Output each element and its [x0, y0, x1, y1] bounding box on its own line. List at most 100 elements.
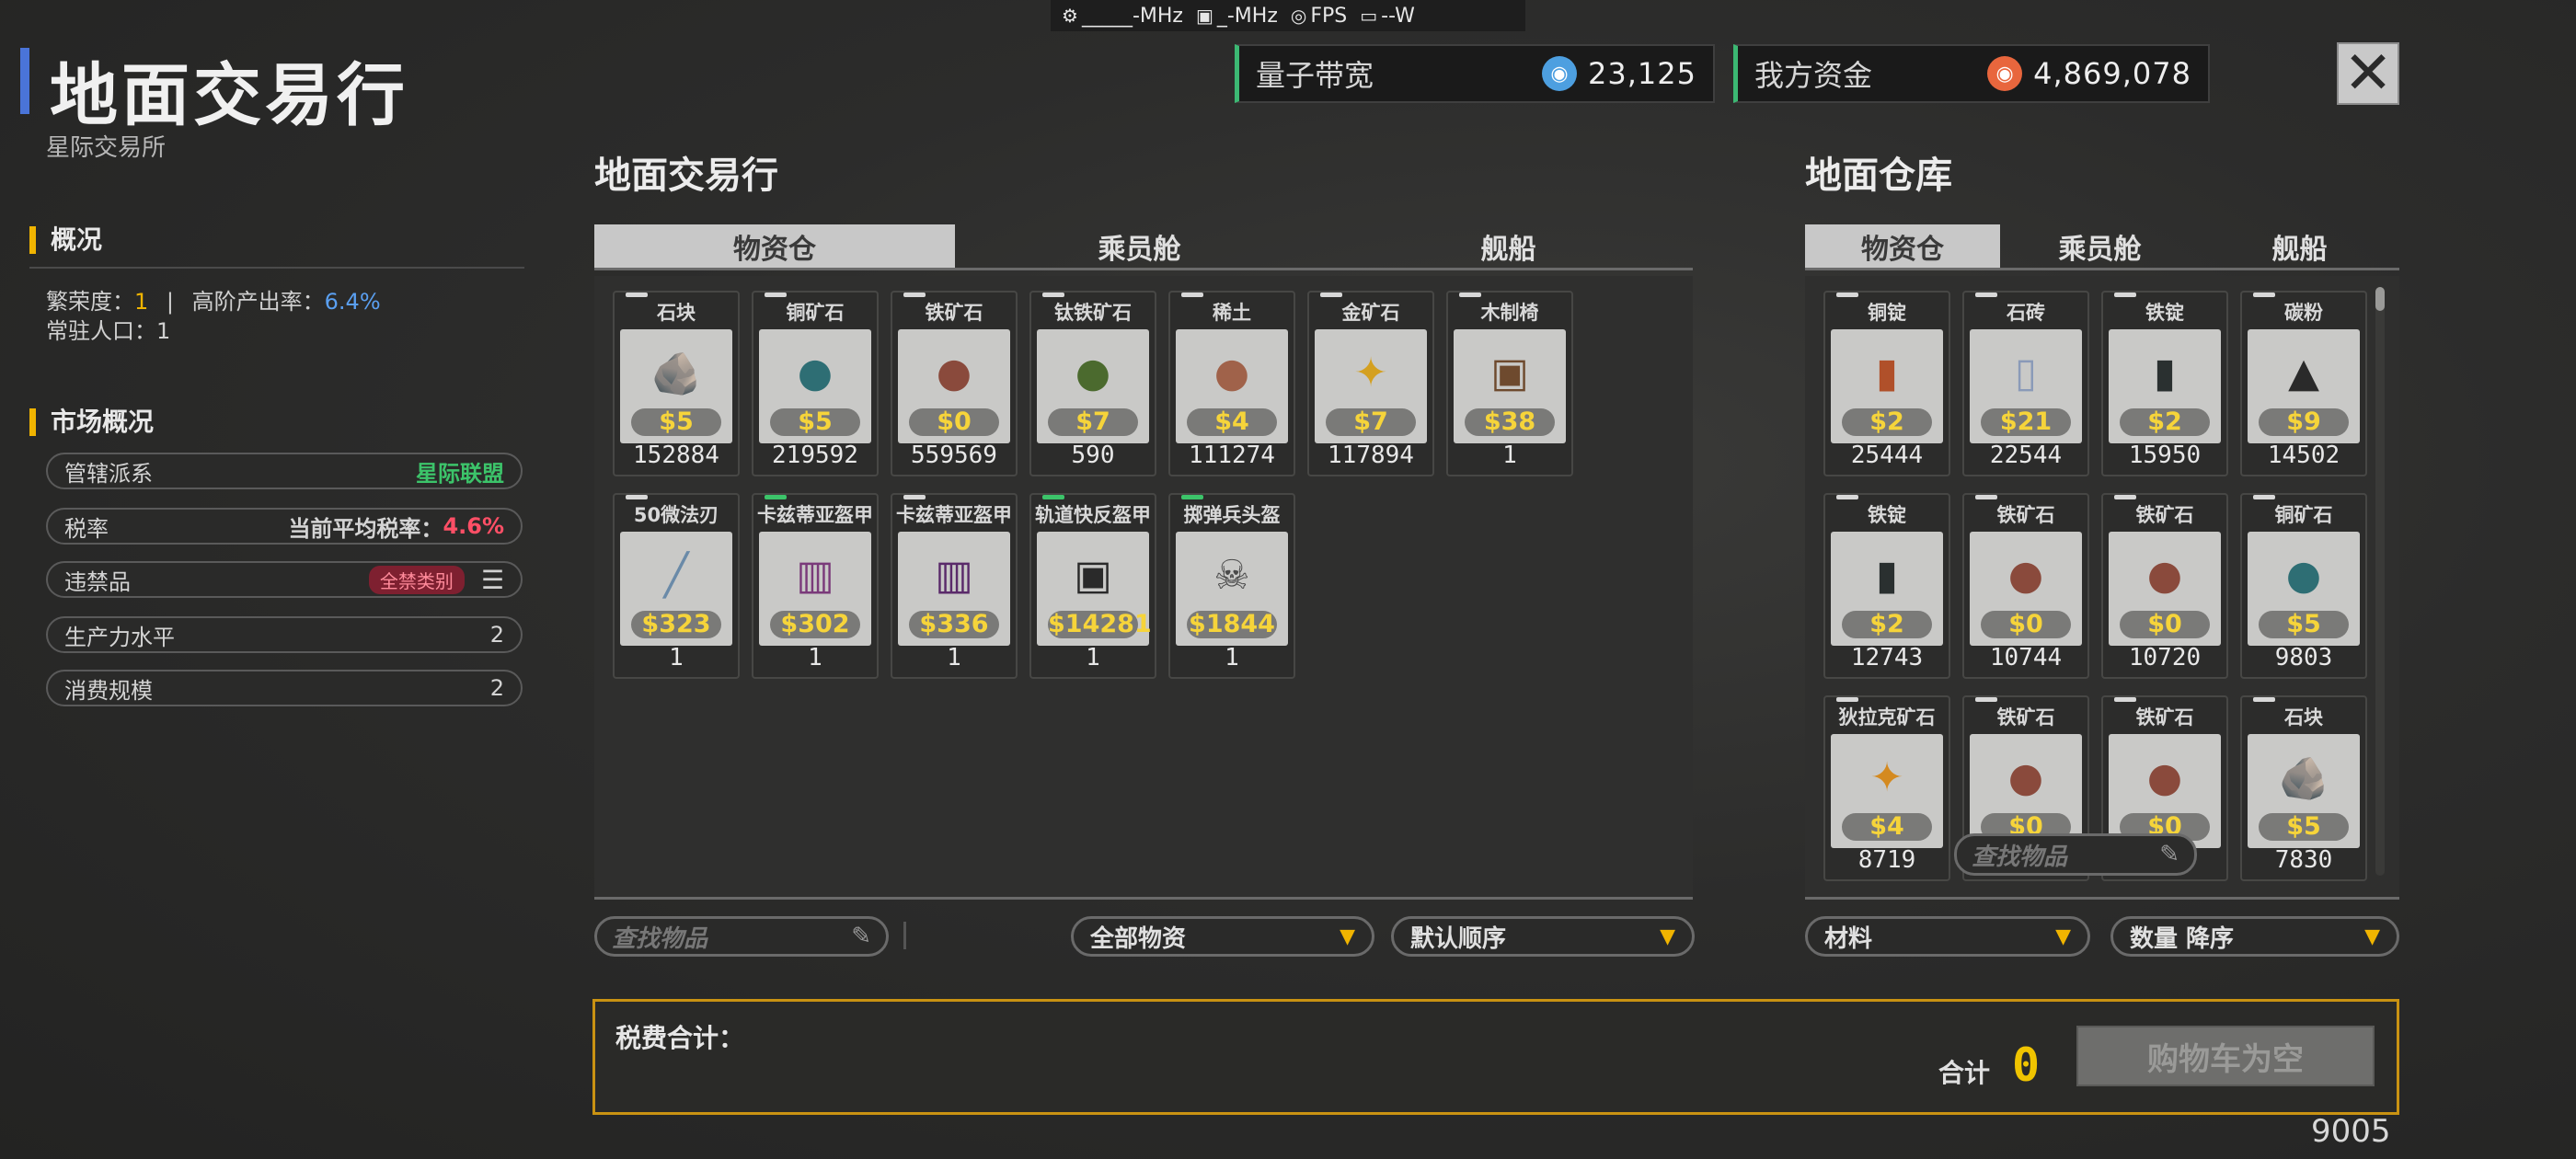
market-heading: 市场概况	[29, 408, 154, 436]
item-quantity: 10744	[1989, 644, 2063, 671]
item-card[interactable]: 轨道快反盔甲 ▣ $14281 1	[1029, 493, 1156, 679]
item-price: $1844	[1187, 611, 1277, 638]
item-card[interactable]: 钛铁矿石 ● $7 590	[1029, 291, 1156, 476]
item-name: 碳粉	[2284, 302, 2323, 324]
cart-checkout-button[interactable]: 购物车为空	[2076, 1026, 2375, 1086]
item-price: $5	[631, 408, 721, 436]
item-price: $0	[2120, 611, 2210, 638]
item-card[interactable]: 50微法刃 ╱ $323 1	[613, 493, 740, 679]
item-icon: ▮	[1875, 350, 1899, 396]
item-price: $5	[770, 408, 860, 436]
item-quantity: 8719	[1857, 846, 1916, 874]
item-card[interactable]: 狄拉克矿石 ✦ $4 8719	[1823, 695, 1950, 881]
item-price: $4	[1187, 408, 1277, 436]
item-card[interactable]: 稀土 ● $4 111274	[1168, 291, 1295, 476]
warehouse-tab-materials[interactable]: 物资仓	[1805, 224, 2000, 268]
item-quantity: 219592	[772, 442, 858, 469]
item-name: 铁矿石	[1996, 706, 2055, 729]
item-card[interactable]: 石砖 ▯ $21 22544	[1962, 291, 2089, 476]
item-price: $2	[1842, 611, 1932, 638]
item-icon: ▣	[1074, 552, 1112, 599]
item-quantity: 152884	[633, 442, 719, 469]
item-quantity: 10720	[2128, 644, 2202, 671]
list-menu-icon[interactable]: ☰	[481, 565, 504, 595]
item-card[interactable]: 铜矿石 ● $5 9803	[2240, 493, 2367, 679]
item-image: ▲ $9	[2248, 329, 2360, 443]
item-card[interactable]: 金矿石 ✦ $7 117894	[1307, 291, 1434, 476]
close-button[interactable]: ✕	[2337, 40, 2399, 108]
title-accent	[20, 48, 29, 114]
item-price: $38	[1465, 408, 1555, 436]
item-icon: ●	[2007, 552, 2044, 599]
chevron-down-icon: ▼	[2364, 924, 2380, 948]
item-card[interactable]: 木制椅 ▣ $38 1	[1446, 291, 1573, 476]
item-icon: ●	[936, 350, 972, 396]
item-name: 铁锭	[1868, 504, 1906, 526]
card-marker	[1975, 697, 1997, 702]
card-marker	[765, 293, 787, 297]
money-coin-icon: ◉	[1987, 56, 2023, 91]
item-price: $7	[1326, 408, 1416, 436]
tax-rate-row: 税率 当前平均税率： 4.6%	[46, 508, 523, 545]
item-image: ▣ $38	[1454, 329, 1566, 443]
item-card[interactable]: 铁矿石 ● $0 10720	[2101, 493, 2228, 679]
item-quantity: 1	[1225, 644, 1239, 671]
trade-search-input[interactable]: 查找物品 ✎	[594, 916, 889, 957]
item-quantity: 7830	[2274, 846, 2333, 874]
item-image: ▮ $2	[1831, 329, 1943, 443]
footer-number: 9005	[2311, 1113, 2391, 1150]
trade-sort-dropdown[interactable]: 默认顺序 ▼	[1391, 916, 1695, 957]
warehouse-scrollbar[interactable]	[2375, 287, 2385, 876]
item-icon: ╱	[663, 552, 689, 599]
warehouse-search-input[interactable]: 查找物品 ✎	[1954, 833, 2197, 876]
item-icon: ▮	[2153, 350, 2177, 396]
page-title: 地面交易行	[50, 56, 408, 135]
item-card[interactable]: 碳粉 ▲ $9 14502	[2240, 291, 2367, 476]
warehouse-sort-dropdown[interactable]: 数量 降序 ▼	[2110, 916, 2399, 957]
overview-heading: 概况	[29, 226, 102, 254]
item-card[interactable]: 铁锭 ▮ $2 15950	[2101, 291, 2228, 476]
item-card[interactable]: 铜矿石 ● $5 219592	[752, 291, 879, 476]
item-name: 金矿石	[1341, 302, 1400, 324]
item-card[interactable]: 卡兹蒂亚盔甲 ▥ $302 1	[752, 493, 879, 679]
item-price: $2	[1842, 408, 1932, 436]
warehouse-item-grid: 铜锭 ▮ $2 25444 石砖 ▯ $21 22544 铁锭 ▮ $2 15950 碳粉 ▲ $9 1450…	[1805, 276, 2399, 900]
faction-row: 管辖派系 星际联盟	[46, 453, 523, 489]
warehouse-scroll-thumb[interactable]	[2375, 287, 2385, 311]
item-card[interactable]: 掷弹兵头盔 ☠ $1844 1	[1168, 493, 1295, 679]
battery-icon: ▭	[1360, 5, 1378, 27]
item-price: $0	[1981, 611, 2071, 638]
card-marker	[2114, 697, 2136, 702]
item-card[interactable]: 铁矿石 ● $0 559569	[891, 291, 1018, 476]
item-icon: ▮	[1875, 552, 1899, 599]
funds-value: 4,869,078	[2033, 56, 2191, 91]
trade-tab-ships[interactable]: 舰船	[1324, 224, 1693, 268]
item-card[interactable]: 铁锭 ▮ $2 12743	[1823, 493, 1950, 679]
item-image: ☠ $1844	[1176, 532, 1288, 646]
trade-tab-crew[interactable]: 乘员舱	[955, 224, 1324, 268]
item-card[interactable]: 铜锭 ▮ $2 25444	[1823, 291, 1950, 476]
warehouse-filter-dropdown[interactable]: 材料 ▼	[1805, 916, 2090, 957]
overview-population-row: 常驻人口：1	[46, 318, 171, 344]
item-name: 铜矿石	[786, 302, 845, 324]
item-card[interactable]: 石块 🪨 $5 152884	[613, 291, 740, 476]
item-name: 石块	[2284, 706, 2323, 729]
item-name: 钛铁矿石	[1054, 302, 1132, 324]
contraband-row[interactable]: 违禁品 全禁类别 ☰	[46, 561, 523, 598]
item-name: 木制椅	[1480, 302, 1539, 324]
item-card[interactable]: 铁矿石 ● $0 10744	[1962, 493, 2089, 679]
item-icon: ✦	[1353, 350, 1388, 396]
trade-filter-dropdown[interactable]: 全部物资 ▼	[1071, 916, 1374, 957]
trade-tab-materials[interactable]: 物资仓	[594, 224, 955, 268]
cart-total-value: 0	[2012, 1039, 2041, 1092]
item-image: ▣ $14281	[1037, 532, 1152, 646]
item-card[interactable]: 卡兹蒂亚盔甲 ▥ $336 1	[891, 493, 1018, 679]
item-icon: ●	[797, 350, 834, 396]
item-card[interactable]: 石块 🪨 $5 7830	[2240, 695, 2367, 881]
item-quantity: 590	[1071, 442, 1115, 469]
warehouse-tab-ships[interactable]: 舰船	[2200, 224, 2399, 268]
warehouse-tab-crew[interactable]: 乘员舱	[2000, 224, 2200, 268]
card-marker	[1836, 293, 1858, 297]
item-icon: ▣	[1490, 350, 1529, 396]
funds-box: 我方资金 ◉ 4,869,078	[1733, 44, 2210, 103]
